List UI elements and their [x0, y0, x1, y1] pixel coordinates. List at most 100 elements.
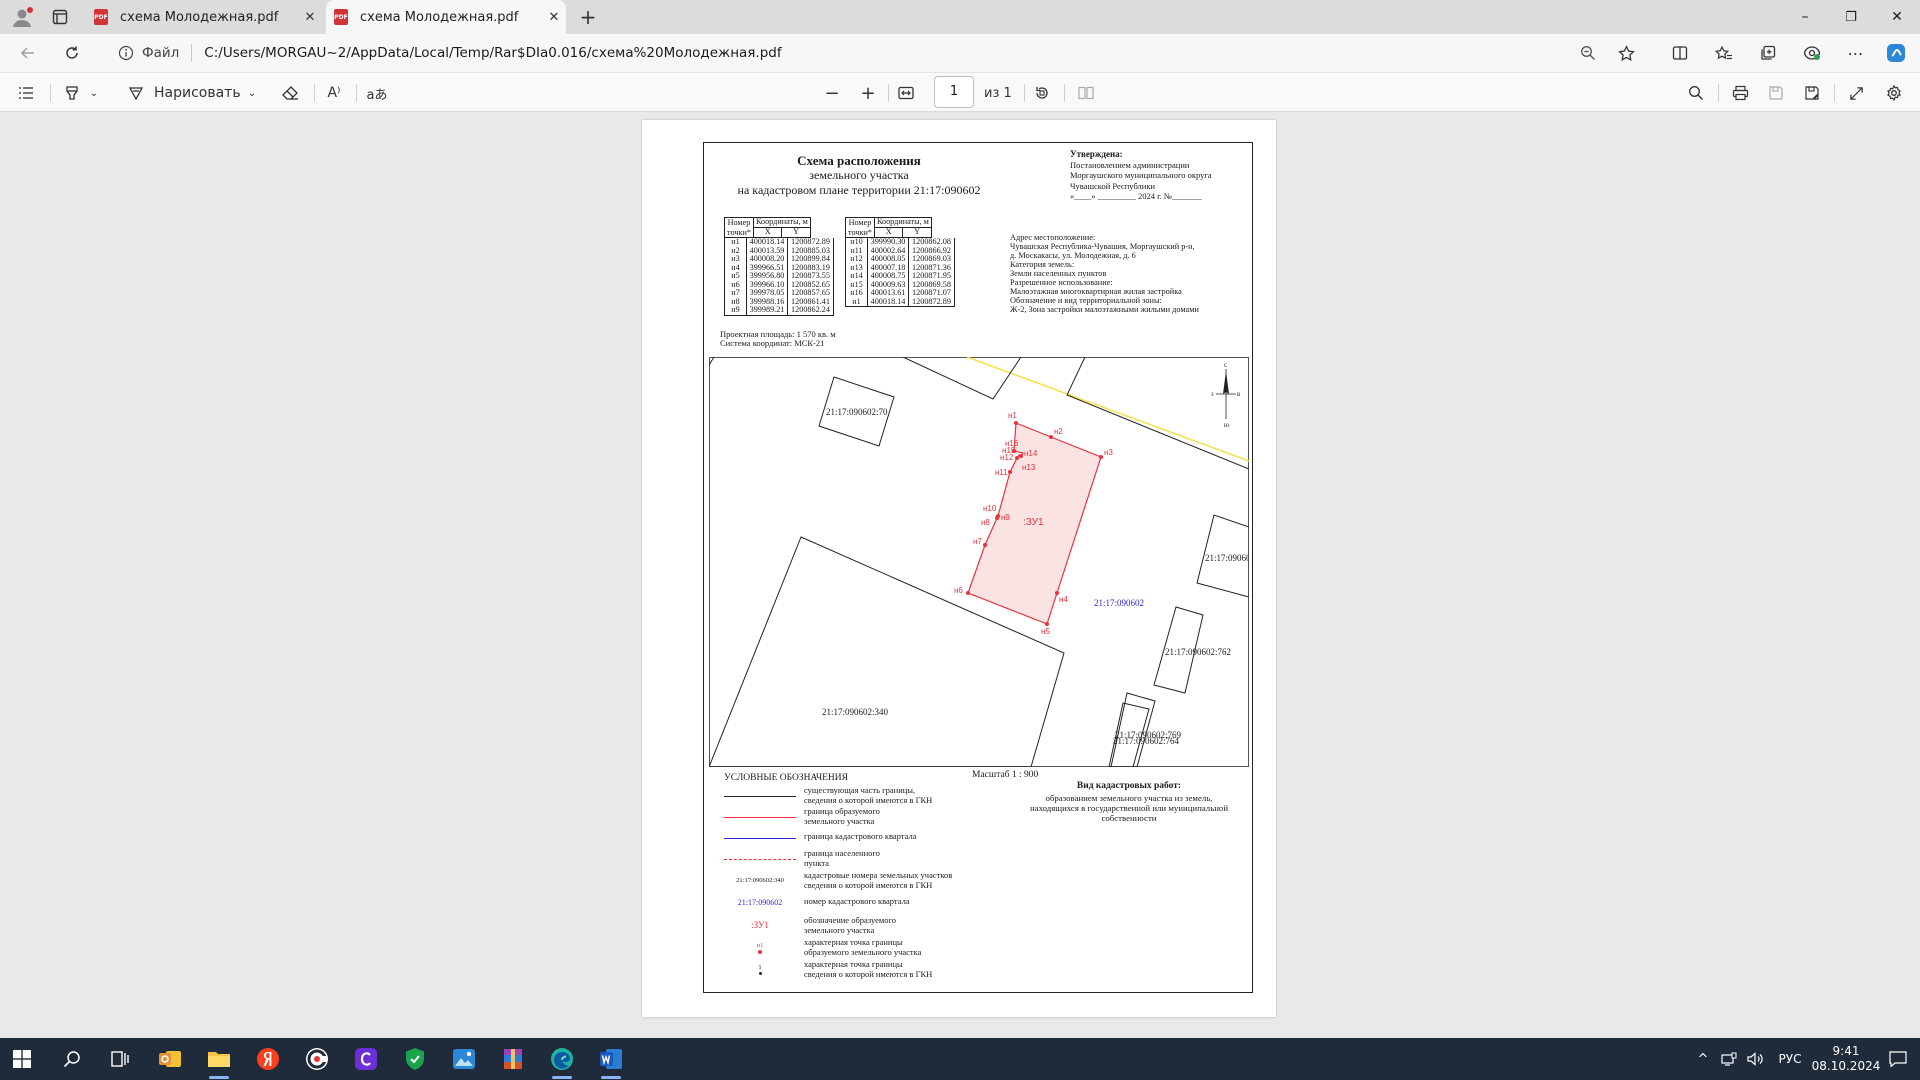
- save-as-icon[interactable]: [1798, 79, 1826, 107]
- legend-text: пункта: [804, 857, 829, 868]
- table-header: Номер: [727, 218, 751, 227]
- collections-icon[interactable]: [1754, 39, 1782, 67]
- label-n6: н6: [954, 586, 963, 595]
- network-icon[interactable]: [1718, 1038, 1740, 1080]
- highlight-icon[interactable]: [58, 79, 86, 107]
- app-c-icon[interactable]: [297, 1043, 337, 1075]
- language-indicator[interactable]: РУС: [1770, 1038, 1810, 1080]
- eraser-icon[interactable]: [276, 79, 304, 107]
- label-n1: н1: [1008, 411, 1017, 420]
- profile-icon[interactable]: [8, 3, 36, 31]
- address-line: Земли населенных пунктов: [1010, 269, 1107, 278]
- approval-block: Утверждена: Постановлением администрации…: [1070, 149, 1250, 202]
- table-header: Y: [902, 227, 932, 238]
- legend-item: существующая часть границы, сведения о ко…: [724, 785, 1244, 806]
- task-view-icon[interactable]: [100, 1043, 140, 1075]
- tab-1[interactable]: PDF схема Молодежная.pdf ✕: [86, 0, 322, 34]
- separator: [1024, 84, 1025, 102]
- close-tab-icon[interactable]: ✕: [298, 10, 322, 25]
- zoom-in-button[interactable]: +: [854, 79, 882, 107]
- address-line: Чувашская Республика-Чувашия, Моргаушски…: [1010, 242, 1195, 251]
- winrar-icon[interactable]: [493, 1043, 533, 1075]
- refresh-button[interactable]: [58, 39, 86, 67]
- rotate-icon[interactable]: [1028, 79, 1056, 107]
- title-line-3: на кадастровом плане территории 21:17:09…: [737, 183, 981, 197]
- info-icon[interactable]: [118, 45, 134, 61]
- photos-icon[interactable]: [444, 1043, 484, 1075]
- save-icon[interactable]: [1762, 79, 1790, 107]
- read-aloud-icon[interactable]: A⁾: [320, 79, 348, 107]
- approved-line: Моргаушского муниципального округа: [1070, 170, 1212, 180]
- security-shield-icon[interactable]: [395, 1043, 435, 1075]
- page-number-input[interactable]: 1: [934, 76, 974, 108]
- draw-button[interactable]: Нарисовать: [154, 79, 241, 107]
- word-icon[interactable]: [591, 1043, 631, 1079]
- draw-icon[interactable]: [126, 79, 146, 107]
- point-n7: [983, 543, 987, 547]
- address-line: Категория земель:: [1010, 260, 1075, 269]
- approved-line: «____» _________ 2024 г. №_______: [1070, 191, 1202, 201]
- cadastral-map: н1 н2 н3 н4 н5 н6 н7 н8 н9 н10 н11 н12 н…: [709, 357, 1249, 767]
- point-number-cell: н1: [845, 297, 868, 307]
- table-row: н9 399989.21 1200862.24: [724, 305, 834, 315]
- contents-icon[interactable]: [12, 79, 40, 107]
- split-screen-icon[interactable]: [1666, 39, 1694, 67]
- app-s-icon[interactable]: [346, 1043, 386, 1075]
- back-button[interactable]: [14, 39, 42, 67]
- tray-chevron-up-icon[interactable]: ^: [1688, 1038, 1718, 1080]
- url-text[interactable]: C:/Users/MORGAU~2/AppData/Local/Temp/Rar…: [204, 45, 781, 61]
- new-boundary-line: [724, 816, 796, 818]
- copilot-icon[interactable]: [1882, 39, 1910, 67]
- label-n8: н8: [981, 518, 990, 527]
- zoom-icon[interactable]: [1574, 39, 1602, 67]
- more-menu-icon[interactable]: ⋯: [1842, 39, 1870, 67]
- new-tab-button[interactable]: +: [574, 3, 602, 31]
- fit-page-icon[interactable]: [892, 79, 920, 107]
- print-icon[interactable]: [1726, 79, 1754, 107]
- settings-gear-icon[interactable]: [1880, 79, 1908, 107]
- pdf-icon: PDF: [94, 9, 108, 25]
- file-explorer-icon[interactable]: [199, 1043, 239, 1079]
- browser-essentials-icon[interactable]: [1798, 39, 1826, 67]
- table-header: X: [752, 227, 783, 238]
- label-n16: н16: [1005, 439, 1019, 448]
- zu-symbol: :ЗУ1: [751, 920, 769, 931]
- minimize-button[interactable]: –: [1782, 0, 1828, 34]
- draw-dropdown-chevron-icon[interactable]: ⌄: [244, 79, 260, 107]
- close-window-button[interactable]: ✕: [1874, 0, 1920, 34]
- zoom-out-button[interactable]: −: [818, 79, 846, 107]
- parcel-340-label: 21:17:090602:340: [822, 707, 889, 717]
- clock[interactable]: 9:41 08.10.2024: [1808, 1038, 1884, 1080]
- close-tab-icon[interactable]: ✕: [542, 10, 566, 25]
- x-coordinate-cell: 399989.21: [746, 305, 788, 315]
- highlight-dropdown-chevron-icon[interactable]: ⌄: [86, 79, 102, 107]
- approved-line: Постановлением администрации: [1070, 159, 1190, 170]
- legend-item: :ЗУ1 обозначение образуемого земельного у…: [724, 915, 1244, 936]
- favorites-icon[interactable]: [1710, 39, 1738, 67]
- favorite-star-icon[interactable]: [1612, 39, 1640, 67]
- edge-browser-icon[interactable]: [542, 1043, 582, 1079]
- parcel-762-label: 21:17:090602:762: [1165, 647, 1231, 657]
- yandex-browser-icon[interactable]: [248, 1043, 288, 1075]
- volume-icon[interactable]: [1742, 1038, 1768, 1080]
- search-icon[interactable]: [52, 1043, 92, 1075]
- fullscreen-icon[interactable]: [1842, 79, 1870, 107]
- point-n6: [966, 591, 970, 595]
- tab-actions-icon[interactable]: [46, 3, 74, 31]
- separator: [1834, 84, 1835, 102]
- translate-icon[interactable]: aあ: [362, 79, 392, 107]
- address-line: д. Москакасы, ул. Молодежная, д. 6: [1010, 251, 1136, 260]
- address-field[interactable]: Файл C:/Users/MORGAU~2/AppData/Local/Tem…: [108, 38, 1638, 68]
- coordinate-system: Система координат: МСК-21: [720, 338, 825, 348]
- notifications-icon[interactable]: [1880, 1038, 1916, 1080]
- legend-text: сведения о которой имеются в ГКН: [804, 794, 933, 805]
- label-n14: н14: [1024, 449, 1038, 458]
- search-icon[interactable]: [1682, 79, 1710, 107]
- restore-button[interactable]: ❐: [1828, 0, 1874, 34]
- page-view-icon[interactable]: [1072, 79, 1100, 107]
- address-line: Разрешенное использование:: [1010, 278, 1113, 287]
- outlook-icon[interactable]: [150, 1043, 190, 1075]
- start-windows-icon[interactable]: [2, 1043, 42, 1075]
- tab-2-active[interactable]: PDF схема Молодежная.pdf ✕: [326, 0, 566, 34]
- legend-item: граница кадастрового квартала: [724, 828, 1244, 848]
